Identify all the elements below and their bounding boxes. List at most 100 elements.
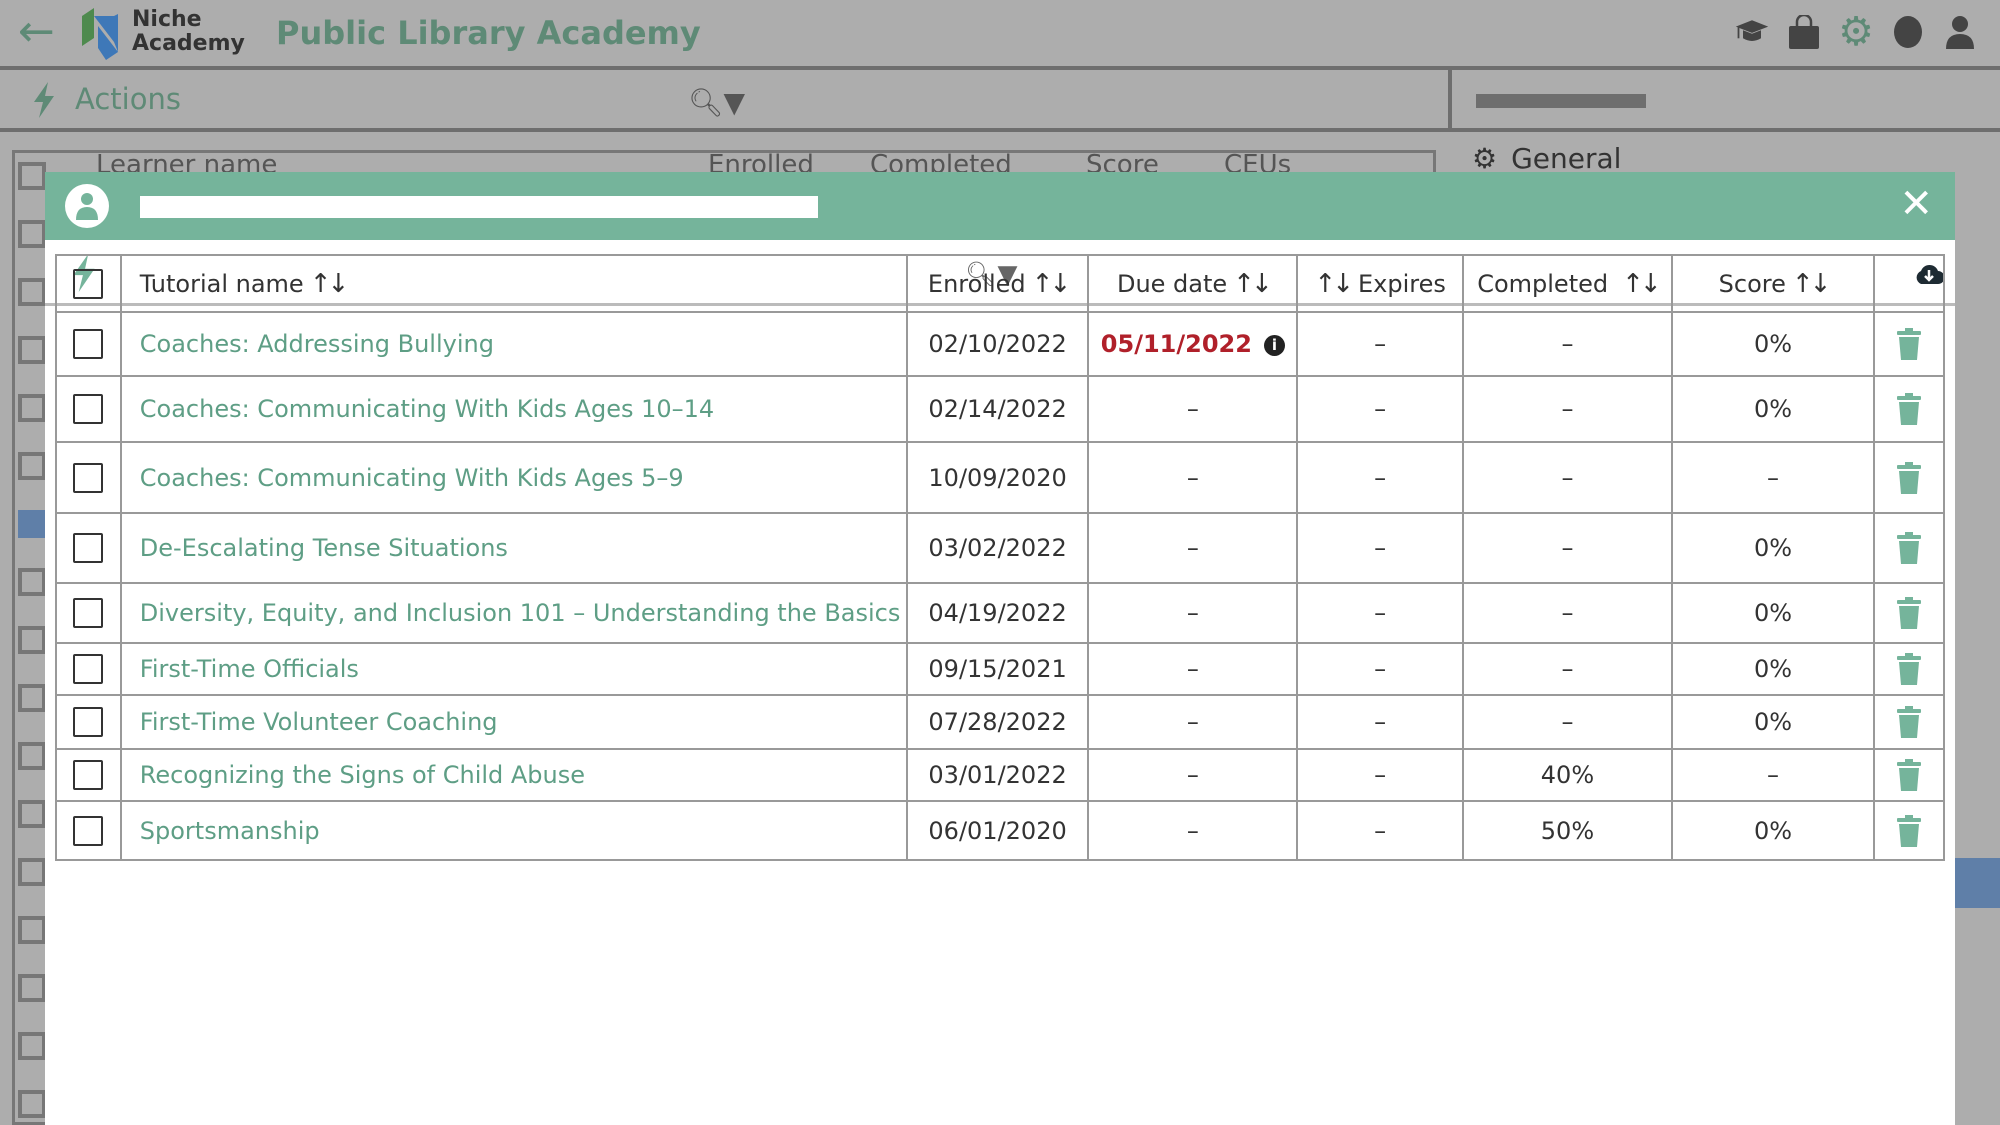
row-checkbox[interactable] xyxy=(55,800,122,861)
circle-icon[interactable] xyxy=(1890,14,1926,50)
due-date: – xyxy=(1087,694,1299,750)
due-date: – xyxy=(1087,375,1299,443)
user-icon[interactable] xyxy=(1942,14,1978,50)
enrolled-date: 02/14/2022 xyxy=(905,375,1090,443)
background-row-checkbox[interactable] xyxy=(18,858,46,886)
trash-icon[interactable] xyxy=(1897,532,1922,564)
gear-icon[interactable]: ⚙ xyxy=(1838,9,1874,55)
delete-button[interactable] xyxy=(1873,512,1945,584)
row-checkbox[interactable] xyxy=(55,311,122,377)
sort-icon: ↑↓ xyxy=(1233,268,1273,299)
background-row-checkbox[interactable] xyxy=(18,510,46,538)
trash-icon[interactable] xyxy=(1897,706,1922,738)
expires: – xyxy=(1296,375,1465,443)
shopping-bag-icon[interactable] xyxy=(1786,14,1822,50)
bg-header-completed: Completed xyxy=(870,150,1012,172)
header-expires[interactable]: ↑↓ Expires xyxy=(1296,254,1465,313)
tutorial-name-link[interactable]: Coaches: Communicating With Kids Ages 5–… xyxy=(119,441,908,514)
row-checkbox[interactable] xyxy=(55,748,122,802)
expires: – xyxy=(1296,512,1465,584)
select-all-checkbox[interactable] xyxy=(55,254,122,313)
background-row-checkbox[interactable] xyxy=(18,626,46,654)
search-filter-icon[interactable]: 🔍︎▼ xyxy=(688,86,745,119)
tutorial-name-link[interactable]: First-Time Officials xyxy=(119,642,908,696)
row-checkbox[interactable] xyxy=(55,642,122,696)
header-tutorial-name[interactable]: Tutorial name ↑↓ xyxy=(119,254,908,313)
score: 0% xyxy=(1670,311,1876,377)
trash-icon[interactable] xyxy=(1897,597,1922,629)
right-panel-header xyxy=(1452,70,2000,132)
lightning-icon xyxy=(34,82,54,118)
background-row-checkbox[interactable] xyxy=(18,452,46,480)
bg-header-enrolled: Enrolled xyxy=(708,150,814,172)
back-arrow-icon[interactable]: ← xyxy=(18,10,55,54)
delete-button[interactable] xyxy=(1873,582,1945,644)
niche-academy-logo[interactable] xyxy=(78,8,122,60)
header-enrolled[interactable]: Enrolled ↑↓ xyxy=(905,254,1090,313)
expires: – xyxy=(1296,800,1465,861)
trash-icon[interactable] xyxy=(1897,653,1922,685)
general-section[interactable]: ⚙ General xyxy=(1472,142,1621,175)
header-due-date[interactable]: Due date ↑↓ xyxy=(1087,254,1299,313)
enrolled-date: 09/15/2021 xyxy=(905,642,1090,696)
background-row-checkbox[interactable] xyxy=(18,568,46,596)
enrolled-date: 10/09/2020 xyxy=(905,441,1090,514)
trash-icon[interactable] xyxy=(1897,328,1922,360)
delete-button[interactable] xyxy=(1873,694,1945,750)
tutorial-name-link[interactable]: Coaches: Addressing Bullying xyxy=(119,311,908,377)
completed: – xyxy=(1462,694,1673,750)
graduation-cap-icon[interactable] xyxy=(1734,14,1770,50)
completed: – xyxy=(1462,441,1673,514)
background-row-checkbox[interactable] xyxy=(18,220,46,248)
trash-icon[interactable] xyxy=(1897,393,1922,425)
delete-button[interactable] xyxy=(1873,441,1945,514)
trash-icon[interactable] xyxy=(1897,461,1922,494)
tutorial-name-link[interactable]: Recognizing the Signs of Child Abuse xyxy=(119,748,908,802)
background-row-checkbox[interactable] xyxy=(18,394,46,422)
score: 0% xyxy=(1670,375,1876,443)
close-icon[interactable]: ✕ xyxy=(1899,182,1933,226)
row-checkbox[interactable] xyxy=(55,375,122,443)
tutorial-name-link[interactable]: Diversity, Equity, and Inclusion 101 – U… xyxy=(119,582,908,644)
background-row-checkbox[interactable] xyxy=(18,974,46,1002)
delete-button[interactable] xyxy=(1873,642,1945,696)
score: 0% xyxy=(1670,800,1876,861)
actions-label[interactable]: Actions xyxy=(75,82,181,116)
delete-button[interactable] xyxy=(1873,800,1945,861)
background-row-checkbox[interactable] xyxy=(18,1032,46,1060)
background-row-checkbox[interactable] xyxy=(18,278,46,306)
table-row: First-Time Volunteer Coaching 07/28/2022–… xyxy=(55,694,1945,750)
tutorial-name-link[interactable]: First-Time Volunteer Coaching xyxy=(119,694,908,750)
tutorial-name-link[interactable]: Sportsmanship xyxy=(119,800,908,861)
gear-icon: ⚙ xyxy=(1472,142,1498,175)
background-row-checkbox[interactable] xyxy=(18,916,46,944)
header-completed[interactable]: Completed ↑↓ xyxy=(1462,254,1673,313)
header-score[interactable]: Score ↑↓ xyxy=(1670,254,1876,313)
background-row-checkbox[interactable] xyxy=(18,742,46,770)
tutorial-name-link[interactable]: Coaches: Communicating With Kids Ages 10… xyxy=(119,375,908,443)
table-row: Coaches: Communicating With Kids Ages 5–… xyxy=(55,441,1945,514)
expires: – xyxy=(1296,441,1465,514)
expires: – xyxy=(1296,642,1465,696)
due-date: 05/11/2022 i xyxy=(1087,311,1299,377)
row-checkbox[interactable] xyxy=(55,694,122,750)
background-row-checkbox[interactable] xyxy=(18,684,46,712)
trash-icon[interactable] xyxy=(1897,814,1922,847)
background-row-checkbox[interactable] xyxy=(18,800,46,828)
background-row-checkbox[interactable] xyxy=(18,162,46,190)
row-checkbox[interactable] xyxy=(55,441,122,514)
tutorial-name-link[interactable]: De-Escalating Tense Situations xyxy=(119,512,908,584)
info-icon[interactable]: i xyxy=(1263,334,1285,356)
row-checkbox[interactable] xyxy=(55,512,122,584)
background-row-checkbox[interactable] xyxy=(18,336,46,364)
due-date: – xyxy=(1087,512,1299,584)
delete-button[interactable] xyxy=(1873,375,1945,443)
avatar xyxy=(65,184,109,228)
score: 0% xyxy=(1670,512,1876,584)
background-selected-strip xyxy=(1955,858,2000,908)
background-row-checkbox[interactable] xyxy=(18,1090,46,1118)
delete-button[interactable] xyxy=(1873,748,1945,802)
trash-icon[interactable] xyxy=(1897,759,1922,791)
delete-button[interactable] xyxy=(1873,311,1945,377)
row-checkbox[interactable] xyxy=(55,582,122,644)
